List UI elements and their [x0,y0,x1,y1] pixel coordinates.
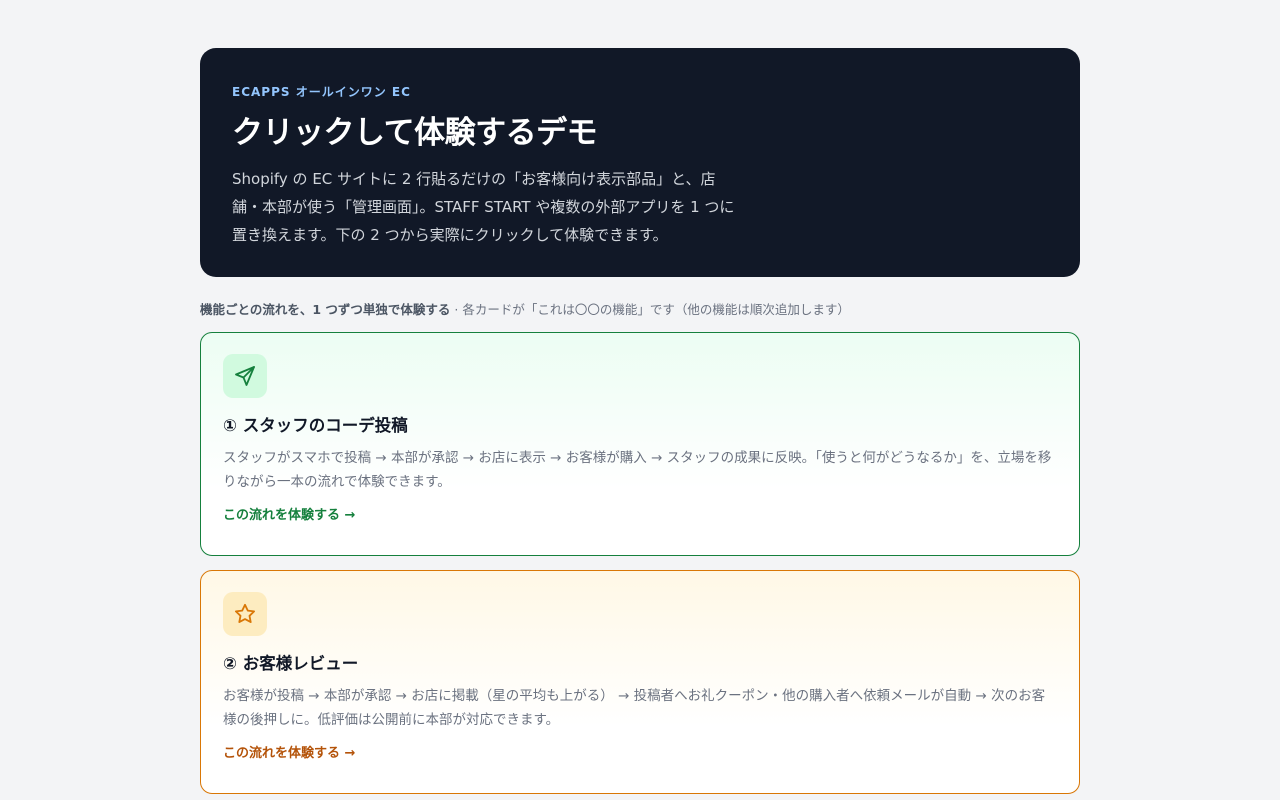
hero-eyebrow: ECAPPS オールインワン EC [232,85,411,99]
card-description: スタッフがスマホで投稿 → 本部が承認 → お店に表示 → お客様が購入 → ス… [223,450,1052,490]
page: ECAPPS オールインワン EC クリックして体験するデモ Shopify の… [200,0,1080,794]
section-note-heading: 機能ごとの流れを、1 つずつ単独で体験する [200,302,451,317]
card-description: お客様が投稿 → 本部が承認 → お店に掲載（星の平均も上がる） → 投稿者へお… [223,688,1046,728]
card-title: ① スタッフのコーデ投稿 [223,416,408,435]
star-icon [223,592,267,636]
section-note: 機能ごとの流れを、1 つずつ単独で体験する · 各カードが「これは〇〇の機能」で… [200,301,1080,319]
demo-card-staff-coordinate[interactable]: ① スタッフのコーデ投稿 スタッフがスマホで投稿 → 本部が承認 → お店に表示… [200,332,1080,556]
hero-banner: ECAPPS オールインワン EC クリックして体験するデモ Shopify の… [200,48,1080,277]
try-flow-link[interactable]: この流れを体験する → [223,745,355,763]
send-icon [223,354,267,398]
demo-card-customer-review[interactable]: ② お客様レビュー お客様が投稿 → 本部が承認 → お店に掲載（星の平均も上が… [200,570,1080,794]
page-title: クリックして体験するデモ [232,115,598,151]
card-title: ② お客様レビュー [223,654,359,673]
hero-description: Shopify の EC サイトに 2 行貼るだけの「お客様向け表示部品」と、店… [232,170,735,244]
section-note-text: · 各カードが「これは〇〇の機能」です（他の機能は順次追加します） [450,302,850,317]
try-flow-link[interactable]: この流れを体験する → [223,507,355,525]
